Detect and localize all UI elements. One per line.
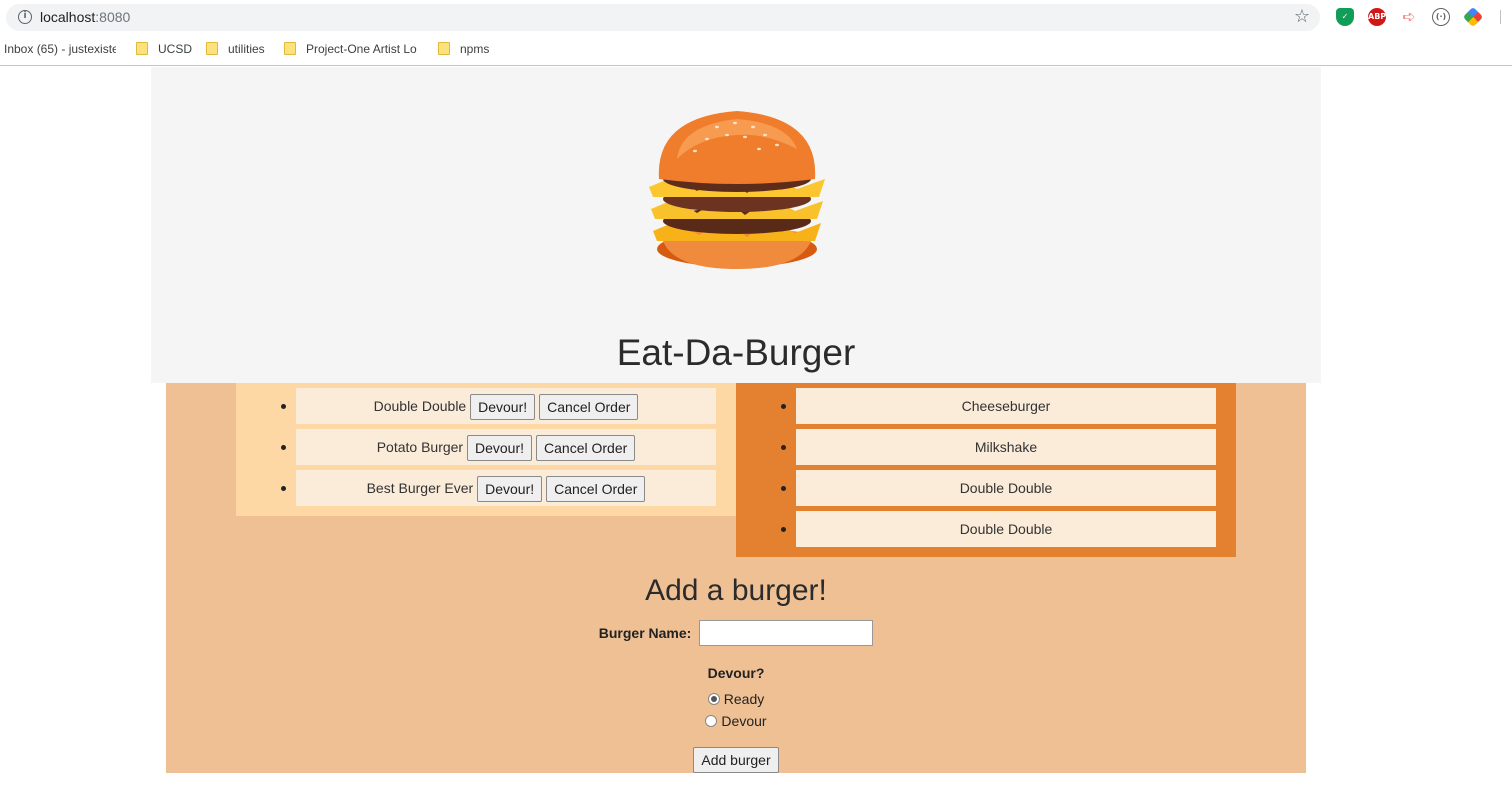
radio-devour[interactable]	[705, 715, 718, 727]
list-item: Potato Burger Devour! Cancel Order	[281, 429, 716, 465]
devour-button[interactable]: Devour!	[466, 435, 533, 462]
info-icon[interactable]: i	[18, 10, 32, 24]
browser-toolbar: i localhost:8080 ☆ ✓ ABP ➪ (·)	[0, 0, 1512, 36]
arrow-extension-icon[interactable]: ➪	[1400, 8, 1418, 26]
folder-icon	[284, 42, 296, 55]
color-extension-icon[interactable]	[1462, 6, 1484, 28]
toolbar-divider	[1500, 10, 1501, 24]
bookmark-label: npms	[460, 42, 490, 56]
radio-devour-label: Devour	[721, 713, 767, 729]
address-bar[interactable]: i localhost:8080 ☆	[6, 4, 1320, 31]
list-item: Double Double	[781, 511, 1216, 547]
devour-button[interactable]: Devour!	[470, 394, 536, 421]
url-text[interactable]: localhost:8080	[40, 9, 130, 25]
bookmark-label: Project-One Artist Lo	[306, 42, 417, 56]
burger-name-label: Burger Name:	[598, 625, 692, 641]
folder-icon	[206, 42, 218, 55]
burger-name: Double Double	[959, 521, 1053, 537]
bookmark-label: utilities	[228, 42, 265, 56]
shield-extension-icon[interactable]: ✓	[1336, 8, 1354, 26]
devour-question-label: Devour?	[707, 665, 765, 681]
adblock-extension-icon[interactable]: ABP	[1368, 8, 1386, 26]
bookmarks-bar: Inbox (65) - justexiste UCSD utilities P…	[0, 36, 1512, 66]
page-title: Eat-Da-Burger	[616, 332, 856, 373]
circle-extension-icon[interactable]: (·)	[1432, 8, 1450, 26]
bookmark-inbox[interactable]: Inbox (65) - justexiste	[4, 42, 116, 56]
header-jumbotron: Eat-Da-Burger	[151, 67, 1321, 383]
add-burger-heading: Add a burger!	[645, 574, 827, 607]
burger-name: Double Double	[959, 480, 1053, 496]
burger-name: Cheeseburger	[961, 398, 1051, 414]
bookmark-folder-project-one[interactable]: Project-One Artist Lo	[284, 42, 418, 56]
list-item: Double Double Devour! Cancel Order	[281, 388, 716, 424]
bookmark-folder-ucsd[interactable]: UCSD	[136, 42, 192, 56]
list-item: Cheeseburger	[781, 388, 1216, 424]
cancel-order-button[interactable]: Cancel Order	[539, 394, 639, 421]
burger-name: Milkshake	[974, 439, 1038, 455]
bookmark-star-icon[interactable]: ☆	[1294, 6, 1310, 27]
devour-button[interactable]: Devour!	[477, 476, 543, 503]
burger-name: Double Double	[373, 398, 467, 414]
list-item: Double Double	[781, 470, 1216, 506]
bookmark-label: UCSD	[158, 42, 193, 56]
bookmark-folder-utilities[interactable]: utilities	[206, 42, 265, 56]
burger-name: Potato Burger	[376, 439, 464, 455]
bookmark-folder-npms[interactable]: npms	[438, 42, 489, 56]
cancel-order-button[interactable]: Cancel Order	[536, 435, 636, 462]
cancel-order-button[interactable]: Cancel Order	[546, 476, 646, 503]
burger-logo-icon	[649, 111, 825, 269]
submit-row: Add burger	[166, 747, 1306, 773]
burger-name: Best Burger Ever	[366, 480, 474, 496]
folder-icon	[136, 42, 148, 55]
burger-name-row: Burger Name:	[166, 620, 1306, 646]
devoured-column: Cheeseburger Milkshake Double Double Dou…	[736, 383, 1236, 557]
list-item: Best Burger Ever Devour! Cancel Order	[281, 470, 716, 506]
list-item: Milkshake	[781, 429, 1216, 465]
burger-name-input[interactable]	[699, 620, 874, 646]
radio-ready[interactable]	[707, 693, 720, 705]
radio-ready-row[interactable]: Ready	[166, 691, 1306, 707]
radio-devour-row[interactable]: Devour	[166, 713, 1306, 729]
not-devoured-column: Double Double Devour! Cancel Order Potato…	[236, 383, 736, 516]
radio-ready-label: Ready	[723, 691, 765, 707]
bookmark-label: Inbox (65) - justexiste	[4, 42, 116, 56]
add-burger-button[interactable]: Add burger	[693, 747, 779, 773]
main-content: Double Double Devour! Cancel Order Potato…	[166, 383, 1306, 773]
folder-icon	[438, 42, 450, 55]
